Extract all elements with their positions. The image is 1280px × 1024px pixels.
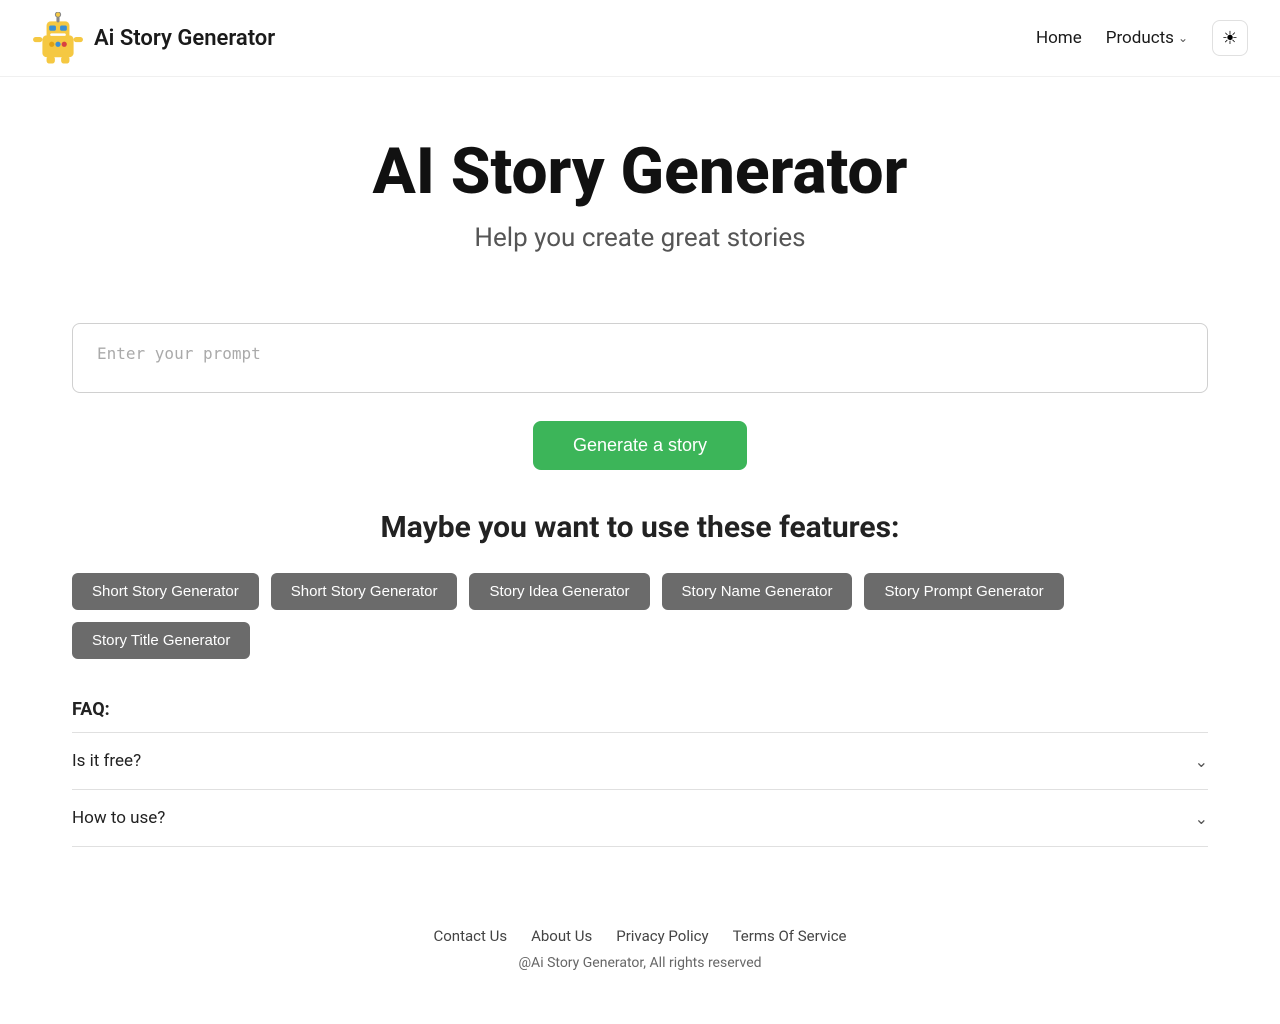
products-chevron-icon: ⌄ [1178, 31, 1188, 45]
footer: Contact Us About Us Privacy Policy Terms Of… [0, 887, 1280, 1003]
footer-link[interactable]: Privacy Policy [616, 927, 708, 945]
prompt-input[interactable] [72, 323, 1208, 393]
faq-items: Is it free? ⌄ How to use? ⌄ [72, 732, 1208, 847]
footer-links: Contact Us About Us Privacy Policy Terms Of… [32, 927, 1248, 945]
brand-name: Ai Story Generator [94, 26, 275, 51]
hero-subtitle: Help you create great stories [32, 223, 1248, 253]
feature-tag[interactable]: Story Name Generator [662, 573, 853, 610]
faq-chevron-icon: ⌄ [1195, 809, 1208, 828]
feature-tag[interactable]: Short Story Generator [271, 573, 458, 610]
feature-tag[interactable]: Story Title Generator [72, 622, 250, 659]
generate-button[interactable]: Generate a story [533, 421, 747, 470]
feature-tag[interactable]: Story Idea Generator [469, 573, 649, 610]
faq-section: FAQ: Is it free? ⌄ How to use? ⌄ [40, 699, 1240, 847]
faq-item[interactable]: Is it free? ⌄ [72, 732, 1208, 789]
navbar: Ai Story Generator Home Products ⌄ ☀ [0, 0, 1280, 77]
footer-copyright: @Ai Story Generator, All rights reserved [32, 955, 1248, 971]
brand-logo[interactable]: Ai Story Generator [32, 12, 275, 64]
faq-question: How to use? [72, 808, 165, 828]
features-heading: Maybe you want to use these features: [72, 510, 1208, 545]
theme-toggle-button[interactable]: ☀ [1212, 20, 1248, 56]
footer-link[interactable]: About Us [531, 927, 592, 945]
feature-tag[interactable]: Short Story Generator [72, 573, 259, 610]
nav-home[interactable]: Home [1036, 28, 1082, 48]
hero-section: AI Story Generator Help you create great… [0, 77, 1280, 293]
navbar-right: Home Products ⌄ ☀ [1036, 20, 1248, 56]
products-label: Products [1106, 28, 1174, 48]
robot-icon [32, 12, 84, 64]
faq-chevron-icon: ⌄ [1195, 752, 1208, 771]
faq-question: Is it free? [72, 751, 141, 771]
generate-btn-wrapper: Generate a story [72, 421, 1208, 470]
footer-link[interactable]: Terms Of Service [733, 927, 847, 945]
prompt-section: Generate a story [40, 323, 1240, 470]
nav-products[interactable]: Products ⌄ [1106, 28, 1188, 48]
faq-label: FAQ: [72, 699, 1208, 720]
hero-title: AI Story Generator [32, 137, 1248, 207]
feature-tag[interactable]: Story Prompt Generator [864, 573, 1063, 610]
features-section: Maybe you want to use these features: Sh… [40, 510, 1240, 659]
features-list: Short Story Generator Short Story Generat… [72, 573, 1208, 659]
footer-link[interactable]: Contact Us [433, 927, 507, 945]
sun-icon: ☀ [1222, 28, 1238, 49]
faq-item[interactable]: How to use? ⌄ [72, 789, 1208, 847]
